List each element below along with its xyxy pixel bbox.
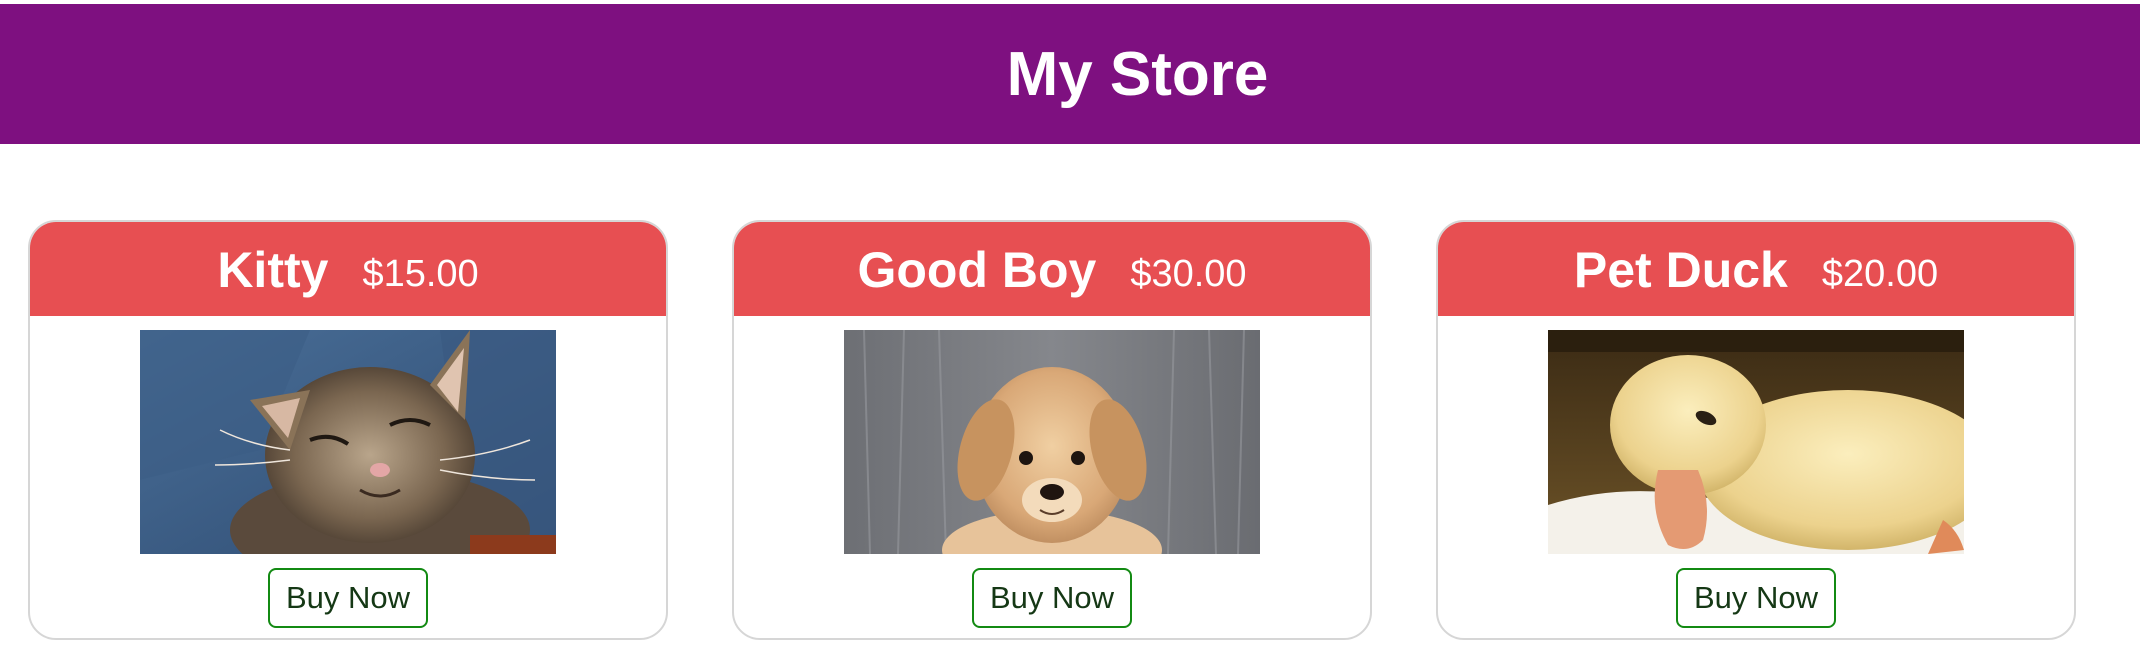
product-name: Pet Duck <box>1573 242 1788 298</box>
product-name: Good Boy <box>857 242 1097 298</box>
kitten-image <box>140 330 556 554</box>
duckling-image <box>1548 330 1964 554</box>
product-price: $20.00 <box>1821 252 1939 295</box>
product-price: $30.00 <box>1130 252 1247 295</box>
product-price: $15.00 <box>362 252 479 295</box>
store-header: My Store <box>0 4 2140 144</box>
product-card-kitty: Kitty $15.00 Buy Now <box>28 220 668 640</box>
card-header: Good Boy $30.00 <box>734 222 1370 316</box>
puppy-image <box>844 330 1260 554</box>
product-card-good-boy: Good Boy $30.00 Buy Now <box>732 220 1372 640</box>
buy-now-button[interactable]: Buy Now <box>972 568 1132 628</box>
product-name: Kitty <box>217 242 329 298</box>
product-card-pet-duck: Pet Duck $20.00 Buy Now <box>1436 220 2076 640</box>
buy-now-button[interactable]: Buy Now <box>268 568 428 628</box>
card-header: Kitty $15.00 <box>30 222 666 316</box>
page-title: My Store <box>1006 39 1269 109</box>
buy-now-button[interactable]: Buy Now <box>1676 568 1836 628</box>
card-header: Pet Duck $20.00 <box>1438 222 2074 316</box>
